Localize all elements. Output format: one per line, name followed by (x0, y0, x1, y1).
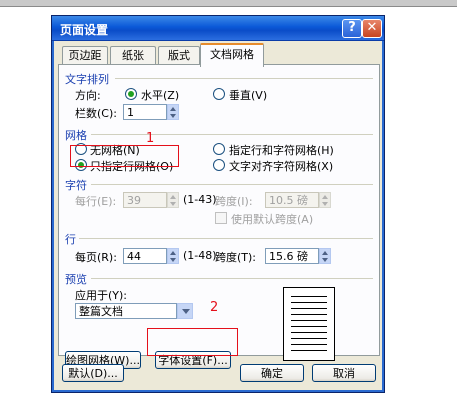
preview-page (283, 287, 335, 361)
horizontal-label[interactable]: 水平(Z) (141, 87, 179, 103)
default-pitch-checkbox[interactable] (215, 212, 227, 224)
text-direction-heading: 文字排列 (65, 73, 109, 86)
document-grid-panel: 文字排列 方向: 水平(Z) 垂直(V) 栏数(C): 1 网格 无网格(N) … (58, 64, 380, 369)
preview-line (291, 302, 327, 303)
default-pitch-label[interactable]: 使用默认跨度(A) (231, 211, 313, 227)
columns-label: 栏数(C): (75, 107, 117, 120)
columns-input[interactable]: 1 (123, 104, 167, 120)
divider (79, 238, 373, 239)
tab-layout[interactable]: 版式 (158, 46, 200, 65)
chars-per-line-range: (1-43) (183, 193, 217, 206)
title-bar[interactable]: 页面设置 ? ✕ (52, 16, 384, 41)
annotation-box-2 (147, 328, 238, 356)
horizontal-radio[interactable] (125, 88, 137, 100)
divider (91, 184, 373, 185)
preview-line (291, 320, 327, 321)
line-and-char-grid-radio[interactable] (213, 143, 225, 155)
lines-per-page-stepper[interactable] (167, 248, 179, 264)
char-pitch-stepper[interactable] (319, 192, 331, 208)
preview-line (291, 308, 327, 309)
columns-stepper[interactable] (167, 104, 179, 120)
preview-line (291, 338, 327, 339)
lines-heading: 行 (65, 233, 76, 246)
preview-line (291, 326, 327, 327)
preview-line (291, 344, 327, 345)
lines-per-page-range: (1-48) (183, 249, 217, 262)
apply-to-label: 应用于(Y): (75, 289, 128, 302)
background-window-edge (0, 0, 457, 7)
vertical-radio[interactable] (213, 88, 225, 100)
line-pitch-input[interactable]: 15.6 磅 (265, 248, 319, 264)
preview-line (291, 350, 327, 351)
divider (91, 134, 373, 135)
chars-heading: 字符 (65, 179, 87, 192)
tab-margins[interactable]: 页边距 (62, 46, 108, 65)
divider (91, 278, 373, 279)
align-char-grid-label[interactable]: 文字对齐字符网格(X) (229, 158, 333, 174)
line-pitch-label: 跨度(T): (215, 251, 257, 264)
chars-per-line-input[interactable]: 39 (123, 192, 167, 208)
window-title: 页面设置 (60, 23, 109, 37)
chars-per-line-label: 每行(E): (75, 195, 117, 208)
tab-paper[interactable]: 纸张 (110, 46, 156, 65)
line-and-char-grid-label[interactable]: 指定行和字符网格(H) (229, 142, 334, 158)
chevron-down-icon[interactable] (177, 303, 193, 319)
char-pitch-input[interactable]: 10.5 磅 (265, 192, 319, 208)
divider (115, 78, 373, 79)
direction-label: 方向: (75, 89, 101, 102)
preview-line (291, 296, 327, 297)
default-button[interactable]: 默认(D)... (62, 364, 124, 382)
ok-button[interactable]: 确定 (240, 364, 304, 382)
help-button[interactable]: ? (342, 19, 362, 38)
line-pitch-stepper[interactable] (319, 248, 331, 264)
annotation-marker-1: 1 (146, 131, 155, 146)
chars-per-line-stepper[interactable] (167, 192, 179, 208)
preview-line (291, 314, 327, 315)
lines-per-page-input[interactable]: 44 (123, 248, 167, 264)
cancel-button[interactable]: 取消 (312, 364, 376, 382)
annotation-marker-2: 2 (210, 300, 219, 315)
char-pitch-label: 跨度(I): (215, 195, 253, 208)
apply-to-select[interactable]: 整篇文档 (75, 303, 177, 319)
annotation-box-1 (70, 145, 179, 167)
preview-heading: 预览 (65, 273, 87, 286)
close-button[interactable]: ✕ (362, 19, 382, 38)
align-char-grid-radio[interactable] (213, 159, 225, 171)
grid-heading: 网格 (65, 129, 87, 142)
tab-document-grid[interactable]: 文档网格 (200, 43, 264, 67)
preview-line (291, 332, 327, 333)
lines-per-page-label: 每页(R): (75, 251, 117, 264)
vertical-label[interactable]: 垂直(V) (229, 87, 267, 103)
